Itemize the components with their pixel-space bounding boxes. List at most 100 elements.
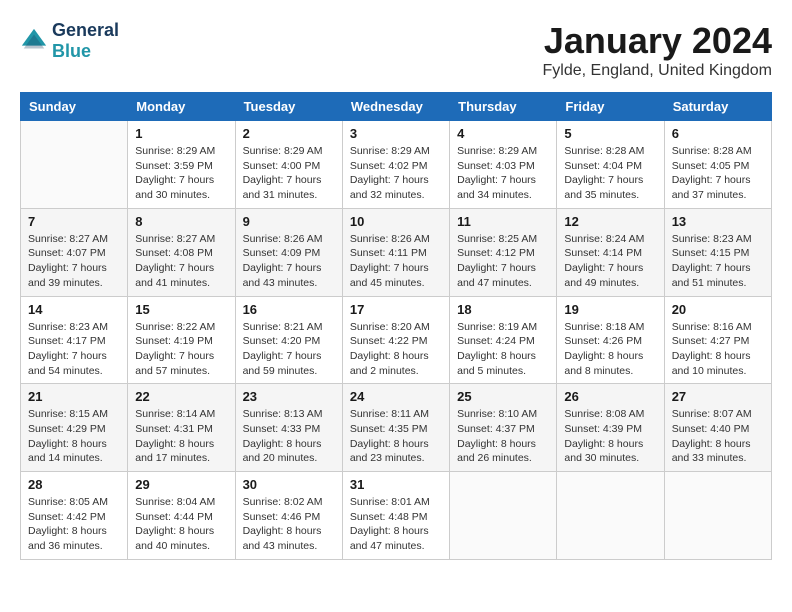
day-info: Sunrise: 8:02 AMSunset: 4:46 PMDaylight:…: [243, 495, 335, 554]
day-info: Sunrise: 8:23 AMSunset: 4:17 PMDaylight:…: [28, 320, 120, 379]
calendar-cell: 3 Sunrise: 8:29 AMSunset: 4:02 PMDaylight…: [342, 121, 449, 209]
calendar-cell: [21, 121, 128, 209]
day-info: Sunrise: 8:24 AMSunset: 4:14 PMDaylight:…: [564, 232, 656, 291]
day-info: Sunrise: 8:16 AMSunset: 4:27 PMDaylight:…: [672, 320, 764, 379]
calendar-cell: 6 Sunrise: 8:28 AMSunset: 4:05 PMDaylight…: [664, 121, 771, 209]
week-row-2: 14Sunrise: 8:23 AMSunset: 4:17 PMDayligh…: [21, 296, 772, 384]
week-row-1: 7 Sunrise: 8:27 AMSunset: 4:07 PMDaylight…: [21, 208, 772, 296]
calendar-cell: 10 Sunrise: 8:26 AMSunset: 4:11 PMDayligh…: [342, 208, 449, 296]
calendar-cell: 19 Sunrise: 8:18 AMSunset: 4:26 PMDayligh…: [557, 296, 664, 384]
day-info: Sunrise: 8:23 AMSunset: 4:15 PMDaylight:…: [672, 232, 764, 291]
day-number: 10: [350, 214, 442, 229]
calendar-cell: [557, 472, 664, 560]
calendar-cell: 30Sunrise: 8:02 AMSunset: 4:46 PMDayligh…: [235, 472, 342, 560]
day-number: 29: [135, 477, 227, 492]
logo: General Blue: [20, 20, 119, 62]
calendar-cell: 20 Sunrise: 8:16 AMSunset: 4:27 PMDayligh…: [664, 296, 771, 384]
calendar-cell: 14Sunrise: 8:23 AMSunset: 4:17 PMDayligh…: [21, 296, 128, 384]
calendar-cell: 1 Sunrise: 8:29 AMSunset: 3:59 PMDaylight…: [128, 121, 235, 209]
day-number: 7: [28, 214, 120, 229]
day-number: 27: [672, 389, 764, 404]
day-number: 18: [457, 302, 549, 317]
day-info: Sunrise: 8:29 AMSunset: 3:59 PMDaylight:…: [135, 144, 227, 203]
day-number: 23: [243, 389, 335, 404]
day-info: Sunrise: 8:18 AMSunset: 4:26 PMDaylight:…: [564, 320, 656, 379]
day-number: 4: [457, 126, 549, 141]
calendar-table: SundayMondayTuesdayWednesdayThursdayFrid…: [20, 92, 772, 560]
day-number: 25: [457, 389, 549, 404]
calendar-cell: 16 Sunrise: 8:21 AMSunset: 4:20 PMDayligh…: [235, 296, 342, 384]
day-number: 15: [135, 302, 227, 317]
day-number: 16: [243, 302, 335, 317]
day-number: 24: [350, 389, 442, 404]
day-number: 22: [135, 389, 227, 404]
day-number: 21: [28, 389, 120, 404]
day-info: Sunrise: 8:05 AMSunset: 4:42 PMDaylight:…: [28, 495, 120, 554]
title-section: January 2024 Fylde, England, United King…: [543, 20, 772, 80]
day-info: Sunrise: 8:26 AMSunset: 4:11 PMDaylight:…: [350, 232, 442, 291]
day-info: Sunrise: 8:29 AMSunset: 4:00 PMDaylight:…: [243, 144, 335, 203]
header-day-friday: Friday: [557, 93, 664, 121]
calendar-cell: 11Sunrise: 8:25 AMSunset: 4:12 PMDayligh…: [450, 208, 557, 296]
day-number: 20: [672, 302, 764, 317]
day-info: Sunrise: 8:01 AMSunset: 4:48 PMDaylight:…: [350, 495, 442, 554]
day-number: 5: [564, 126, 656, 141]
day-info: Sunrise: 8:10 AMSunset: 4:37 PMDaylight:…: [457, 407, 549, 466]
day-number: 28: [28, 477, 120, 492]
day-info: Sunrise: 8:26 AMSunset: 4:09 PMDaylight:…: [243, 232, 335, 291]
logo-text: General Blue: [52, 20, 119, 62]
day-info: Sunrise: 8:28 AMSunset: 4:05 PMDaylight:…: [672, 144, 764, 203]
day-number: 1: [135, 126, 227, 141]
header-row: SundayMondayTuesdayWednesdayThursdayFrid…: [21, 93, 772, 121]
calendar-cell: 27Sunrise: 8:07 AMSunset: 4:40 PMDayligh…: [664, 384, 771, 472]
calendar-cell: 25 Sunrise: 8:10 AMSunset: 4:37 PMDayligh…: [450, 384, 557, 472]
day-number: 8: [135, 214, 227, 229]
day-info: Sunrise: 8:29 AMSunset: 4:02 PMDaylight:…: [350, 144, 442, 203]
header-day-thursday: Thursday: [450, 93, 557, 121]
calendar-cell: 31 Sunrise: 8:01 AMSunset: 4:48 PMDayligh…: [342, 472, 449, 560]
day-info: Sunrise: 8:20 AMSunset: 4:22 PMDaylight:…: [350, 320, 442, 379]
page-title: January 2024: [543, 20, 772, 62]
day-info: Sunrise: 8:25 AMSunset: 4:12 PMDaylight:…: [457, 232, 549, 291]
day-info: Sunrise: 8:14 AMSunset: 4:31 PMDaylight:…: [135, 407, 227, 466]
calendar-cell: 23Sunrise: 8:13 AMSunset: 4:33 PMDayligh…: [235, 384, 342, 472]
calendar-cell: 26Sunrise: 8:08 AMSunset: 4:39 PMDayligh…: [557, 384, 664, 472]
page-header: General Blue January 2024 Fylde, England…: [20, 20, 772, 80]
calendar-cell: 15 Sunrise: 8:22 AMSunset: 4:19 PMDayligh…: [128, 296, 235, 384]
week-row-3: 21Sunrise: 8:15 AMSunset: 4:29 PMDayligh…: [21, 384, 772, 472]
calendar-cell: 9 Sunrise: 8:26 AMSunset: 4:09 PMDaylight…: [235, 208, 342, 296]
day-info: Sunrise: 8:27 AMSunset: 4:07 PMDaylight:…: [28, 232, 120, 291]
calendar-cell: [664, 472, 771, 560]
day-info: Sunrise: 8:29 AMSunset: 4:03 PMDaylight:…: [457, 144, 549, 203]
day-info: Sunrise: 8:04 AMSunset: 4:44 PMDaylight:…: [135, 495, 227, 554]
logo-icon: [20, 27, 48, 55]
calendar-cell: 8 Sunrise: 8:27 AMSunset: 4:08 PMDaylight…: [128, 208, 235, 296]
day-info: Sunrise: 8:19 AMSunset: 4:24 PMDaylight:…: [457, 320, 549, 379]
calendar-cell: 18 Sunrise: 8:19 AMSunset: 4:24 PMDayligh…: [450, 296, 557, 384]
day-number: 13: [672, 214, 764, 229]
day-number: 31: [350, 477, 442, 492]
calendar-cell: 24 Sunrise: 8:11 AMSunset: 4:35 PMDayligh…: [342, 384, 449, 472]
day-number: 12: [564, 214, 656, 229]
day-number: 19: [564, 302, 656, 317]
day-number: 9: [243, 214, 335, 229]
day-number: 2: [243, 126, 335, 141]
day-number: 6: [672, 126, 764, 141]
day-info: Sunrise: 8:28 AMSunset: 4:04 PMDaylight:…: [564, 144, 656, 203]
calendar-cell: 17Sunrise: 8:20 AMSunset: 4:22 PMDayligh…: [342, 296, 449, 384]
header-day-tuesday: Tuesday: [235, 93, 342, 121]
calendar-cell: 29 Sunrise: 8:04 AMSunset: 4:44 PMDayligh…: [128, 472, 235, 560]
day-info: Sunrise: 8:11 AMSunset: 4:35 PMDaylight:…: [350, 407, 442, 466]
header-day-wednesday: Wednesday: [342, 93, 449, 121]
calendar-cell: 5 Sunrise: 8:28 AMSunset: 4:04 PMDaylight…: [557, 121, 664, 209]
calendar-cell: 2 Sunrise: 8:29 AMSunset: 4:00 PMDaylight…: [235, 121, 342, 209]
day-info: Sunrise: 8:22 AMSunset: 4:19 PMDaylight:…: [135, 320, 227, 379]
calendar-cell: 13 Sunrise: 8:23 AMSunset: 4:15 PMDayligh…: [664, 208, 771, 296]
page-subtitle: Fylde, England, United Kingdom: [543, 62, 772, 80]
calendar-cell: 28 Sunrise: 8:05 AMSunset: 4:42 PMDayligh…: [21, 472, 128, 560]
day-number: 3: [350, 126, 442, 141]
day-info: Sunrise: 8:21 AMSunset: 4:20 PMDaylight:…: [243, 320, 335, 379]
calendar-cell: 7 Sunrise: 8:27 AMSunset: 4:07 PMDaylight…: [21, 208, 128, 296]
calendar-cell: 4 Sunrise: 8:29 AMSunset: 4:03 PMDaylight…: [450, 121, 557, 209]
day-info: Sunrise: 8:27 AMSunset: 4:08 PMDaylight:…: [135, 232, 227, 291]
